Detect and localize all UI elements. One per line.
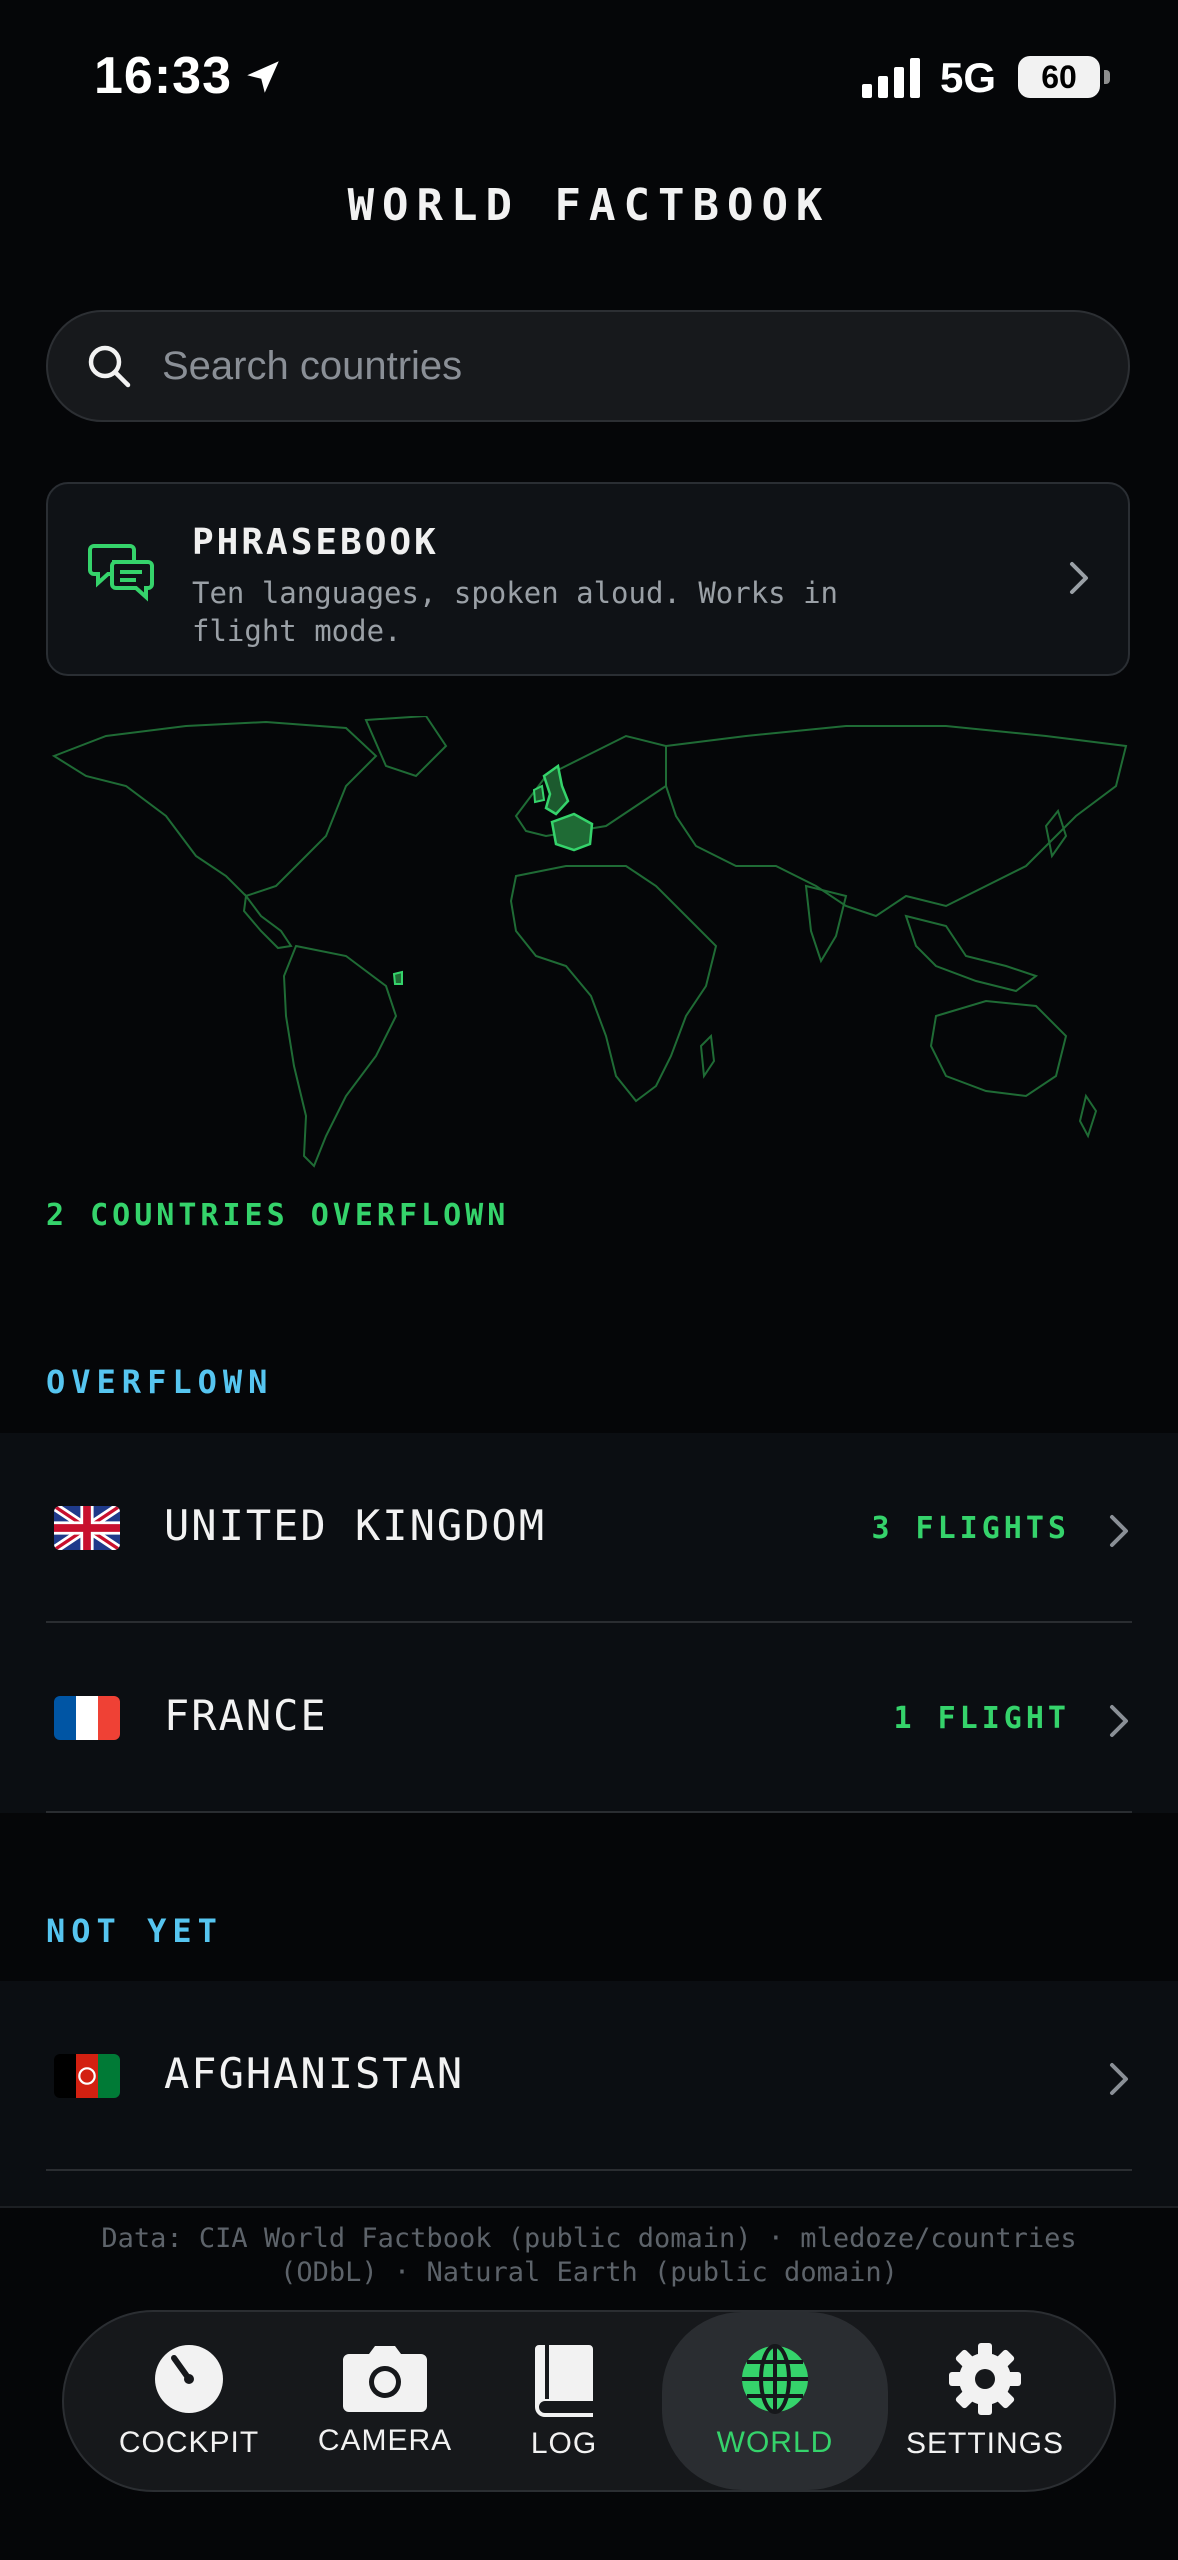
phrasebook-card[interactable]: PHRASEBOOK Ten languages, spoken aloud. …	[46, 482, 1130, 676]
map-asia	[665, 725, 1128, 918]
status-time: 16:33	[94, 47, 232, 105]
overflown-list: UNITED KINGDOM 3 FLIGHTS FRANCE 1 FLIGHT	[0, 1433, 1178, 1813]
tab-label: WORLD	[716, 2426, 834, 2459]
phrasebook-subtitle: Ten languages, spoken aloud. Works in fl…	[192, 576, 839, 648]
country-row-france[interactable]: FRANCE 1 FLIGHT	[0, 1623, 1178, 1813]
map-south-america	[282, 944, 398, 1168]
uk-flag-icon	[54, 1506, 120, 1550]
tab-cockpit[interactable]: COCKPIT	[94, 2312, 284, 2490]
map-new-zealand	[1078, 1093, 1098, 1139]
camera-icon	[343, 2346, 427, 2412]
section-overflown-label: OVERFLOWN	[46, 1363, 274, 1401]
country-row-united-kingdom[interactable]: UNITED KINGDOM 3 FLIGHTS	[0, 1433, 1178, 1623]
map-highlight-ireland	[532, 784, 546, 804]
tab-log[interactable]: LOG	[484, 2312, 644, 2490]
gear-icon	[949, 2343, 1021, 2415]
tab-label: COCKPIT	[118, 2426, 260, 2459]
country-row-afghanistan[interactable]: AFGHANISTAN	[0, 1981, 1178, 2171]
tab-label: CAMERA	[317, 2424, 453, 2457]
tab-camera[interactable]: CAMERA	[290, 2312, 480, 2490]
map-highlight-french-guiana	[392, 970, 403, 985]
map-central-america	[242, 893, 293, 950]
book-icon	[535, 2345, 593, 2417]
map-africa	[509, 865, 718, 1103]
page-title: WORLD FACTBOOK	[347, 180, 831, 231]
chevron-right-icon	[1110, 2063, 1128, 2095]
tab-label: LOG	[530, 2427, 598, 2460]
row-divider	[46, 2169, 1132, 2171]
globe-icon	[742, 2344, 808, 2414]
cellular-signal-icon	[862, 58, 920, 98]
map-highlight-united-kingdom	[542, 763, 570, 816]
location-arrow-icon	[247, 61, 279, 93]
gauge-icon	[155, 2345, 223, 2413]
map-greenland	[364, 716, 448, 778]
map-japan	[1044, 808, 1068, 859]
phrasebook-title: PHRASEBOOK	[192, 522, 439, 563]
map-india	[804, 884, 848, 964]
map-australia	[929, 999, 1068, 1098]
france-flag-icon	[54, 1696, 120, 1740]
country-name: AFGHANISTAN	[164, 2049, 465, 2098]
countries-overflown-count: 2 COUNTRIES OVERFLOWN	[46, 1198, 510, 1233]
search-icon	[88, 345, 131, 388]
map-southeast-asia	[904, 914, 1039, 993]
country-name: FRANCE	[164, 1691, 328, 1740]
tab-settings[interactable]: SETTINGS	[890, 2312, 1080, 2490]
tab-bar: COCKPIT CAMERA LOG WORLD SETTINGS	[62, 2310, 1116, 2492]
map-north-america	[51, 720, 378, 898]
battery-indicator: 60	[1018, 56, 1110, 98]
section-not-yet-label: NOT YET	[46, 1912, 223, 1950]
chevron-right-icon	[1110, 1705, 1128, 1737]
footer-divider	[0, 2206, 1178, 2208]
tab-world[interactable]: WORLD	[662, 2312, 888, 2490]
row-divider	[46, 1811, 1132, 1813]
country-name: UNITED KINGDOM	[164, 1501, 547, 1550]
map-europe	[514, 734, 667, 838]
chevron-right-icon	[1070, 562, 1088, 594]
flight-count: 3 FLIGHTS	[871, 1511, 1070, 1546]
world-map[interactable]	[46, 716, 1130, 1172]
data-credits: Data: CIA World Factbook (public domain)…	[101, 2223, 1077, 2288]
search-bar[interactable]	[46, 310, 1130, 422]
search-input[interactable]	[160, 342, 1064, 390]
tab-label: SETTINGS	[905, 2427, 1064, 2460]
afghanistan-flag-icon	[54, 2054, 120, 2098]
network-type: 5G	[940, 54, 997, 101]
map-highlight-france	[550, 812, 594, 852]
map-madagascar	[699, 1033, 716, 1079]
chat-bubbles-icon	[88, 544, 154, 602]
flight-count: 1 FLIGHT	[893, 1701, 1070, 1736]
status-bar: 16:33 5G 60	[0, 0, 1178, 150]
chevron-right-icon	[1110, 1515, 1128, 1547]
not-yet-list: AFGHANISTAN	[0, 1981, 1178, 2206]
